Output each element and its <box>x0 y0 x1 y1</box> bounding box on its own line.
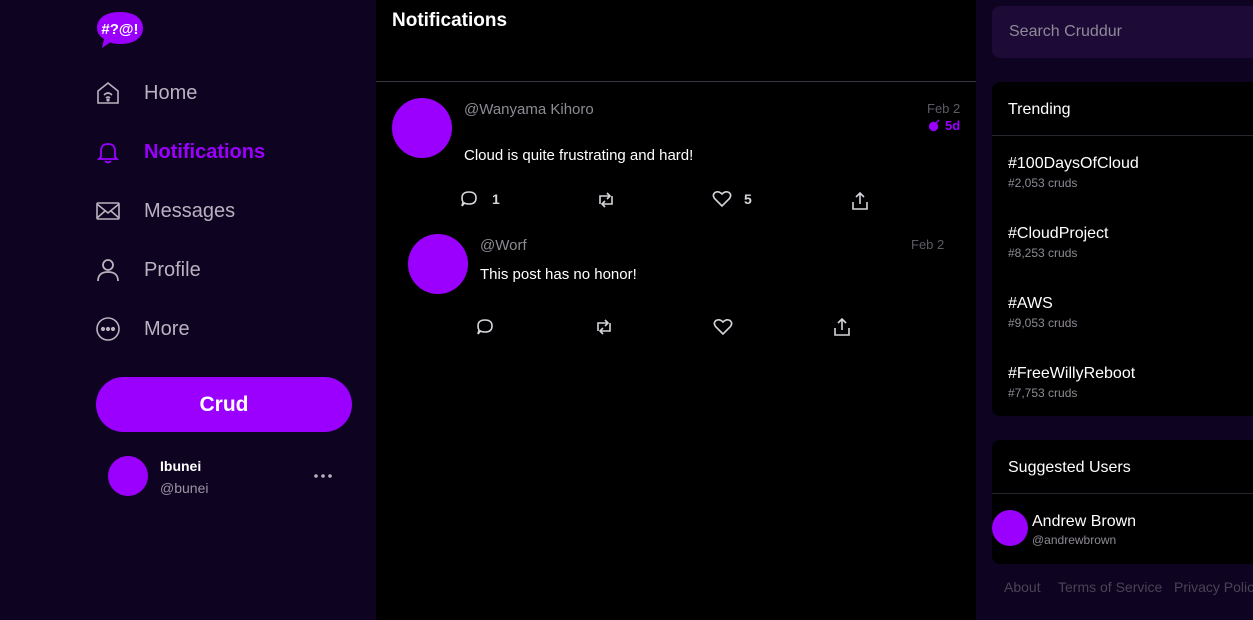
reply-count: 1 <box>492 191 500 207</box>
main-feed: Notifications @Wanyama Kihoro Feb 2 5d C… <box>376 0 976 620</box>
nav-item-profile[interactable]: Profile <box>94 252 201 288</box>
footer-link-about[interactable]: About <box>1004 579 1041 595</box>
nav-label-home: Home <box>144 81 198 104</box>
post-handle[interactable]: @Wanyama Kihoro <box>464 101 594 118</box>
trending-tag[interactable]: #FreeWillyReboot <box>1008 365 1135 383</box>
footer-link-privacy[interactable]: Privacy Policy <box>1174 579 1253 595</box>
post-date: Feb 2 <box>927 101 961 116</box>
logo-icon: #?@! <box>97 12 143 48</box>
heart-icon <box>712 190 732 208</box>
like-button[interactable] <box>713 318 733 336</box>
nav-item-more[interactable]: More <box>94 311 190 347</box>
post-handle[interactable]: @Worf <box>480 237 527 254</box>
trending-count: #8,253 cruds <box>1008 246 1078 260</box>
avatar[interactable] <box>408 234 468 294</box>
footer-link-terms[interactable]: Terms of Service <box>1058 579 1162 595</box>
nav-item-home[interactable]: Home <box>94 75 197 111</box>
reply-icon <box>477 319 493 335</box>
repost-icon <box>597 319 611 335</box>
post-text: This post has no honor! <box>480 266 637 283</box>
current-user-handle: @bunei <box>160 480 209 496</box>
share-icon <box>834 317 850 336</box>
trending-panel: Trending #100DaysOfCloud #2,053 cruds #C… <box>992 82 1253 416</box>
crud-button[interactable]: Crud <box>96 377 352 432</box>
current-user-name: Ibunei <box>160 458 202 474</box>
search-input[interactable] <box>992 6 1253 58</box>
envelope-icon <box>94 197 122 225</box>
more-circle-icon <box>94 315 122 343</box>
nav-label-messages: Messages <box>144 199 236 222</box>
repost-button[interactable] <box>596 191 616 209</box>
more-options-icon[interactable] <box>312 466 334 486</box>
heart-icon <box>713 318 733 336</box>
nav-label-more: More <box>144 317 190 340</box>
post-date: Feb 2 <box>911 237 945 252</box>
avatar[interactable] <box>992 510 1028 546</box>
trending-tag[interactable]: #AWS <box>1008 295 1053 313</box>
suggested-users-title: Suggested Users <box>1008 459 1131 476</box>
nav-label-notifications: Notifications <box>144 140 266 163</box>
avatar[interactable] <box>108 456 148 496</box>
reply-icon <box>461 191 477 207</box>
person-icon <box>94 256 122 284</box>
right-sidebar: Trending #100DaysOfCloud #2,053 cruds #C… <box>976 0 1253 620</box>
bell-icon <box>94 138 122 166</box>
logo[interactable]: #?@! <box>96 10 144 50</box>
share-button[interactable] <box>832 317 852 337</box>
like-button[interactable]: 5 <box>712 190 752 208</box>
repost-icon <box>599 192 613 208</box>
like-count: 5 <box>744 191 752 207</box>
post-ttl-badge: 5d <box>928 118 960 133</box>
nav-item-notifications[interactable]: Notifications <box>94 134 265 170</box>
home-icon <box>94 79 122 107</box>
divider <box>992 135 1253 136</box>
reply-button[interactable] <box>476 318 494 336</box>
trending-tag[interactable]: #100DaysOfCloud <box>1008 155 1139 173</box>
suggested-user-name[interactable]: Andrew Brown <box>1032 513 1136 531</box>
avatar[interactable] <box>392 98 452 158</box>
trending-tag[interactable]: #CloudProject <box>1008 225 1109 243</box>
page-title: Notifications <box>392 10 508 31</box>
divider <box>992 493 1253 494</box>
nav-label-profile: Profile <box>144 258 201 281</box>
post-text: Cloud is quite frustrating and hard! <box>464 147 694 164</box>
left-sidebar: #?@! Home Notifications Messages Profile… <box>0 0 376 620</box>
reply-button[interactable]: 1 <box>460 190 500 208</box>
repost-button[interactable] <box>594 318 614 336</box>
share-button[interactable] <box>850 191 870 211</box>
trending-count: #9,053 cruds <box>1008 316 1078 330</box>
bomb-icon <box>928 119 940 132</box>
trending-count: #2,053 cruds <box>1008 176 1078 190</box>
suggested-user-handle: @andrewbrown <box>1032 533 1117 547</box>
nav-item-messages[interactable]: Messages <box>94 193 235 229</box>
svg-text:#?@!: #?@! <box>101 21 138 38</box>
feed-header: Notifications <box>376 0 976 82</box>
trending-title: Trending <box>1008 101 1071 118</box>
trending-count: #7,753 cruds <box>1008 386 1078 400</box>
share-icon <box>852 191 868 210</box>
